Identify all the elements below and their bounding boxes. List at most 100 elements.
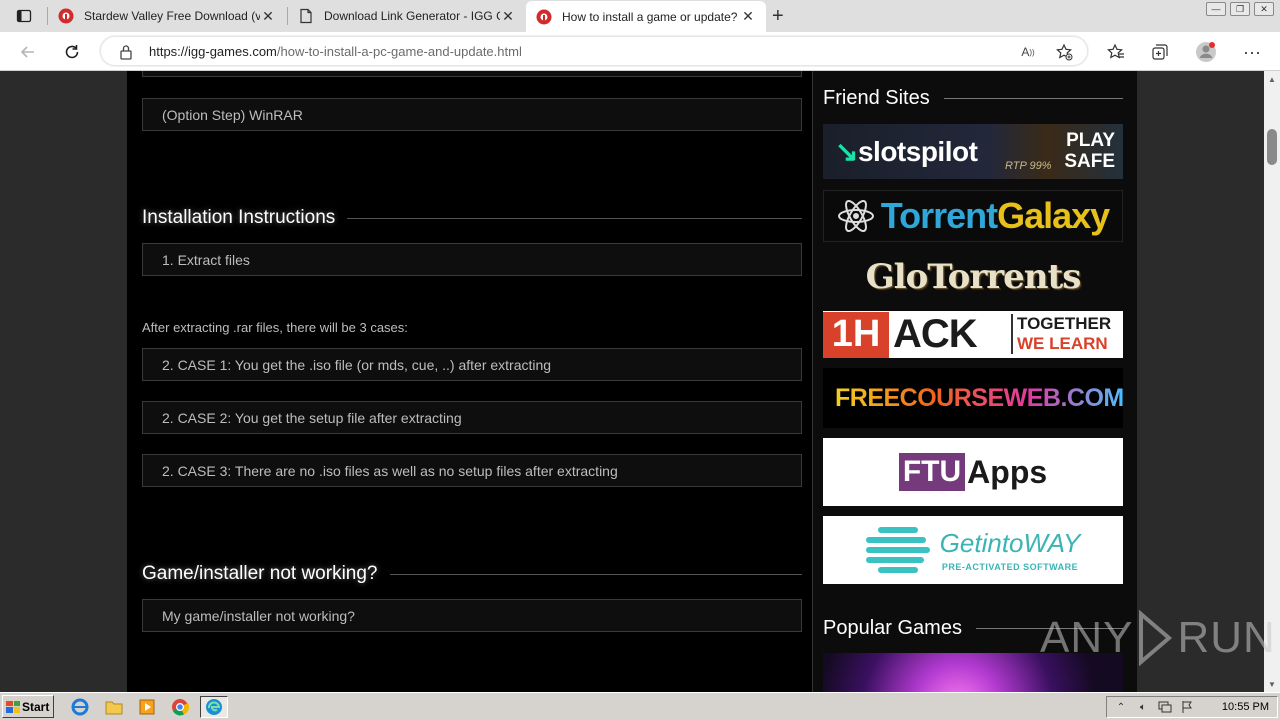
tab-title: Download Link Generator - IGG Games bbox=[324, 9, 500, 23]
media-player-icon[interactable] bbox=[137, 697, 157, 717]
slotspilot-logo: ↘slotspilot bbox=[835, 136, 978, 167]
play-label: PLAY bbox=[1066, 130, 1115, 151]
accordion-label: My game/installer not working? bbox=[162, 608, 355, 624]
divider bbox=[389, 573, 802, 575]
close-tab-icon[interactable]: ✕ bbox=[500, 8, 516, 25]
apps-logo: Apps bbox=[967, 453, 1048, 490]
accordion-case-3[interactable]: 2. CASE 3: There are no .iso files as we… bbox=[142, 454, 802, 487]
tab-bar: Stardew Valley Free Download (v1 ✕ Downl… bbox=[0, 0, 1280, 32]
url-path: /how-to-install-a-pc-game-and-update.htm… bbox=[276, 44, 522, 59]
back-arrow-icon[interactable] bbox=[16, 40, 40, 64]
glotorrents-logo: GloTorrents bbox=[865, 257, 1082, 297]
section-title: Game/installer not working? bbox=[142, 563, 378, 584]
more-menu-icon[interactable]: ··· bbox=[1240, 40, 1264, 64]
tab-title: How to install a game or update? bbox=[562, 9, 738, 24]
start-button[interactable]: Start bbox=[2, 695, 54, 718]
accordion-label: 1. Extract files bbox=[162, 252, 250, 268]
restore-icon[interactable]: ❐ bbox=[1230, 2, 1250, 16]
volume-icon[interactable]: 🔈︎ bbox=[1135, 699, 1151, 715]
we-learn-text: WE LEARN bbox=[1017, 334, 1108, 353]
play-safe-text: PLAY SAFE bbox=[1064, 130, 1115, 172]
lock-icon[interactable] bbox=[119, 44, 133, 60]
scroll-thumb[interactable] bbox=[1267, 129, 1277, 165]
scroll-down-arrow-icon[interactable]: ▼ bbox=[1264, 676, 1280, 692]
torrent-text: Torrent bbox=[880, 195, 998, 236]
watermark-left: ANY bbox=[1040, 613, 1134, 662]
accordion-case-2[interactable]: 2. CASE 2: You get the setup file after … bbox=[142, 401, 802, 434]
getintoway-mark-icon bbox=[865, 520, 930, 580]
tab-link-generator[interactable]: Download Link Generator - IGG Games ✕ bbox=[288, 0, 526, 32]
close-tab-icon[interactable]: ✕ bbox=[740, 8, 756, 25]
together-text: TOGETHER bbox=[1017, 314, 1112, 333]
sidebar-title: Friend Sites bbox=[823, 86, 930, 109]
getintoway-title: GetintoWAY bbox=[939, 528, 1081, 558]
divider bbox=[943, 97, 1123, 99]
refresh-icon[interactable] bbox=[60, 40, 84, 64]
not-working-heading: Game/installer not working? bbox=[142, 561, 802, 587]
slotspilot-banner[interactable]: ↘slotspilot RTP 99% PLAY SAFE bbox=[823, 124, 1123, 179]
getintoway-logo: GetintoWAY PRE-ACTIVATED SOFTWARE bbox=[940, 528, 1081, 572]
galaxy-text: Galaxy bbox=[997, 195, 1110, 236]
windows-taskbar: Start ⌃ 🔈︎ 10:55 PM bbox=[0, 692, 1280, 720]
minimize-icon[interactable]: — bbox=[1206, 2, 1226, 16]
system-tray: ⌃ 🔈︎ 10:55 PM bbox=[1106, 696, 1278, 718]
igg-favicon-icon bbox=[536, 9, 552, 24]
slotspilot-logo-text: slotspilot bbox=[857, 136, 978, 167]
freecourseweb-banner[interactable]: FREECOURSEWEB.COM bbox=[823, 368, 1123, 428]
window-controls: — ❐ ✕ bbox=[1206, 2, 1274, 16]
action-center-flag-icon[interactable] bbox=[1179, 699, 1195, 715]
tab-stardew[interactable]: Stardew Valley Free Download (v1 ✕ bbox=[48, 0, 286, 32]
new-tab-icon[interactable]: + bbox=[772, 6, 784, 26]
accordion-winrar[interactable]: (Option Step) WinRAR bbox=[142, 98, 802, 131]
getintoway-tagline: PRE-ACTIVATED SOFTWARE bbox=[941, 562, 1079, 572]
section-title: Installation Instructions bbox=[142, 207, 336, 228]
web-page: (Option Step) WinRAR Installation Instru… bbox=[0, 71, 1264, 692]
favorites-icon[interactable] bbox=[1104, 40, 1128, 64]
close-window-icon[interactable]: ✕ bbox=[1254, 2, 1274, 16]
accordion-item-previous[interactable] bbox=[142, 71, 802, 77]
cases-intro-text: After extracting .rar files, there will … bbox=[142, 320, 408, 335]
accordion-case-1[interactable]: 2. CASE 1: You get the .iso file (or mds… bbox=[142, 348, 802, 381]
atom-icon bbox=[837, 199, 874, 233]
glotorrents-banner[interactable]: GloTorrents bbox=[823, 252, 1123, 302]
collections-icon[interactable] bbox=[1148, 40, 1172, 64]
divider bbox=[347, 217, 802, 219]
1hack-banner[interactable]: 1H ACK TOGETHER WE LEARN bbox=[823, 311, 1123, 358]
tab-how-to-install[interactable]: How to install a game or update? ✕ bbox=[526, 1, 766, 32]
tab-title: Stardew Valley Free Download (v1 bbox=[84, 9, 260, 23]
accordion-label: 2. CASE 1: You get the .iso file (or mds… bbox=[162, 357, 552, 373]
read-aloud-icon[interactable]: A)) bbox=[1019, 43, 1037, 61]
internet-explorer-icon[interactable] bbox=[70, 697, 90, 717]
url-text[interactable]: https://igg-games.com/how-to-install-a-p… bbox=[149, 44, 522, 59]
file-explorer-icon[interactable] bbox=[104, 697, 124, 717]
ack-logo: ACK bbox=[893, 312, 978, 356]
scroll-up-arrow-icon[interactable]: ▲ bbox=[1264, 71, 1280, 87]
watermark-right: RUN bbox=[1177, 613, 1276, 662]
tab-actions-icon[interactable] bbox=[6, 4, 42, 28]
url-domain: https://igg-games.com bbox=[149, 44, 277, 59]
freecourseweb-logo: FREECOURSEWEB.COM bbox=[835, 383, 1123, 412]
profile-avatar-icon[interactable] bbox=[1194, 40, 1218, 64]
address-bar[interactable]: https://igg-games.com/how-to-install-a-p… bbox=[100, 36, 1088, 66]
main-content: (Option Step) WinRAR Installation Instru… bbox=[127, 71, 812, 692]
clock[interactable]: 10:55 PM bbox=[1222, 701, 1269, 713]
accordion-label: 2. CASE 2: You get the setup file after … bbox=[162, 410, 462, 426]
windows-logo-icon bbox=[6, 700, 20, 713]
ftu-logo: FTU bbox=[898, 453, 966, 491]
page-scrollbar[interactable]: ▲ ▼ bbox=[1264, 71, 1280, 692]
getintoway-banner[interactable]: GetintoWAY PRE-ACTIVATED SOFTWARE bbox=[823, 516, 1123, 584]
add-favorite-icon[interactable] bbox=[1055, 43, 1073, 61]
ftuapps-banner[interactable]: FTU Apps bbox=[823, 438, 1123, 506]
close-tab-icon[interactable]: ✕ bbox=[260, 8, 276, 25]
friend-sites-heading: Friend Sites bbox=[823, 85, 1123, 111]
accordion-extract-files[interactable]: 1. Extract files bbox=[142, 243, 802, 276]
torrentgalaxy-banner[interactable]: TorrentGalaxy bbox=[823, 190, 1123, 242]
browser-toolbar: https://igg-games.com/how-to-install-a-p… bbox=[0, 32, 1280, 71]
network-icon[interactable] bbox=[1157, 699, 1173, 715]
sidebar-title: Popular Games bbox=[823, 616, 962, 639]
accordion-not-working[interactable]: My game/installer not working? bbox=[142, 599, 802, 632]
show-hidden-icons-icon[interactable]: ⌃ bbox=[1113, 699, 1129, 715]
torrentgalaxy-logo: TorrentGalaxy bbox=[880, 195, 1110, 237]
edge-icon[interactable] bbox=[200, 696, 228, 718]
chrome-icon[interactable] bbox=[170, 697, 190, 717]
